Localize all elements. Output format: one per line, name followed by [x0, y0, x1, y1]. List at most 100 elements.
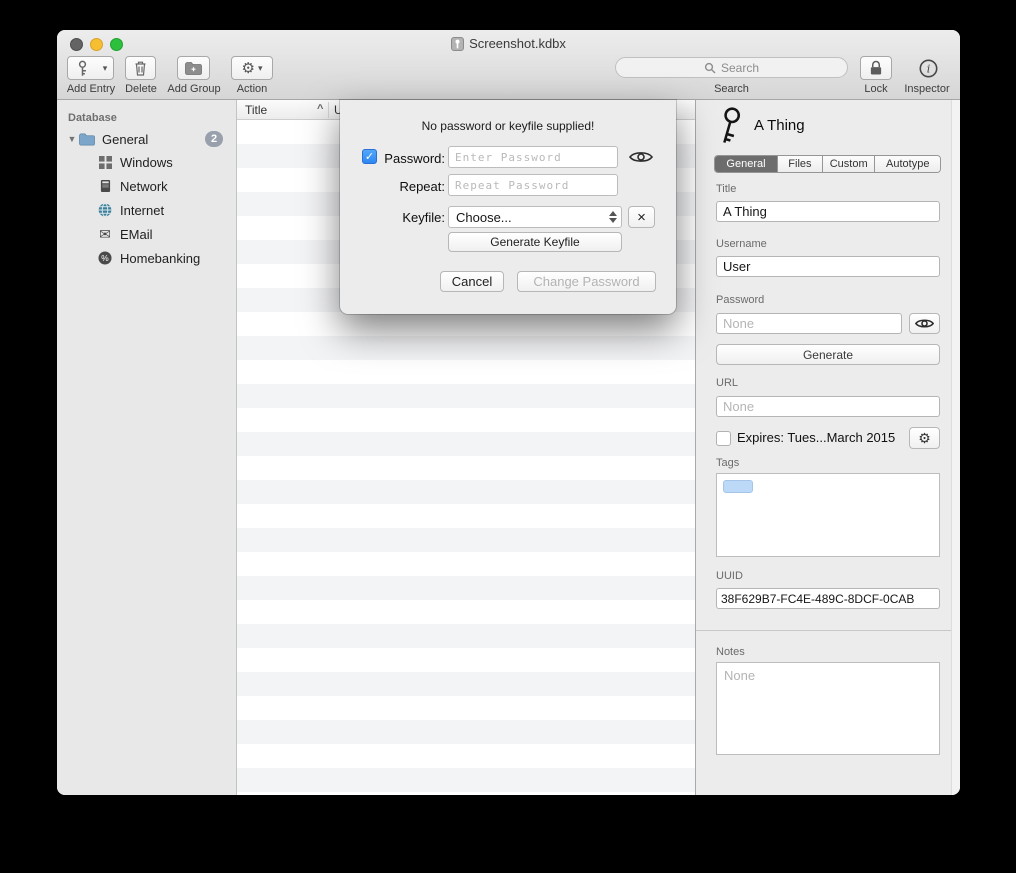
delete-label: Delete	[119, 83, 163, 95]
column-header-title[interactable]: Title	[245, 103, 267, 117]
add-group-button[interactable]	[177, 56, 210, 80]
password-input[interactable]	[448, 146, 618, 168]
add-entry-dropdown[interactable]: ▾	[97, 56, 114, 80]
sheet-message: No password or keyfile supplied!	[340, 119, 676, 133]
url-field[interactable]	[716, 396, 940, 417]
sidebar-item-network[interactable]: Network	[57, 174, 236, 198]
inspector-label: Inspector	[895, 83, 959, 95]
clear-keyfile-button[interactable]: ×	[628, 206, 655, 228]
uuid-field-label: UUID	[716, 570, 743, 582]
eye-icon	[915, 318, 934, 329]
sidebar-item-windows[interactable]: Windows	[57, 150, 236, 174]
url-field-label: URL	[716, 377, 738, 389]
notes-field[interactable]	[716, 662, 940, 755]
folder-plus-icon	[185, 62, 202, 75]
delete-button[interactable]	[125, 56, 156, 80]
generate-keyfile-button[interactable]: Generate Keyfile	[448, 232, 622, 252]
section-divider	[696, 630, 960, 631]
sidebar-item-email[interactable]: ✉ EMail	[57, 222, 236, 246]
sidebar-item-label: Windows	[120, 155, 173, 170]
cancel-button[interactable]: Cancel	[440, 271, 504, 292]
uuid-field[interactable]	[716, 588, 940, 609]
expires-checkbox[interactable]	[716, 431, 731, 446]
eye-icon	[629, 150, 653, 164]
windows-icon	[97, 156, 113, 169]
gear-icon: ⚙	[242, 61, 255, 76]
trash-icon	[133, 60, 148, 76]
title-field[interactable]	[716, 201, 940, 222]
inspector-button[interactable]: i	[915, 56, 941, 80]
gear-icon: ⚙	[918, 430, 931, 447]
window-title: Screenshot.kdbx	[57, 36, 960, 51]
lock-button[interactable]	[860, 56, 892, 80]
window-title-text: Screenshot.kdbx	[469, 36, 566, 51]
svg-text:i: i	[926, 62, 930, 75]
toolbar: Screenshot.kdbx ▾	[57, 30, 960, 100]
notes-field-label: Notes	[716, 646, 745, 658]
count-badge: 2	[205, 131, 223, 147]
sidebar-item-label: EMail	[120, 227, 153, 242]
keyfile-select[interactable]: Choose...	[448, 206, 622, 228]
generate-password-button[interactable]: Generate	[716, 344, 940, 365]
search-input[interactable]: Search	[615, 57, 848, 78]
info-icon: i	[919, 59, 938, 78]
ledger-icon	[97, 179, 113, 193]
globe-icon	[97, 203, 113, 217]
sidebar-item-homebanking[interactable]: % Homebanking	[57, 246, 236, 270]
add-group-label: Add Group	[163, 83, 225, 95]
app-window: Screenshot.kdbx ▾	[57, 30, 960, 795]
lock-icon	[869, 60, 883, 76]
tags-field-label: Tags	[716, 457, 739, 469]
keyfile-selected-value: Choose...	[456, 210, 512, 225]
change-password-sheet: No password or keyfile supplied! ✓ Passw…	[340, 100, 676, 314]
action-label: Action	[225, 83, 279, 95]
clear-icon: ×	[637, 209, 646, 226]
search-label: Search	[615, 83, 848, 95]
expires-label: Expires: Tues...March 2015	[737, 430, 895, 445]
repeat-password-input[interactable]	[448, 174, 618, 196]
sort-ascending-icon: ^	[317, 103, 323, 115]
reveal-password-button[interactable]	[909, 313, 940, 334]
search-placeholder: Search	[721, 61, 759, 75]
reveal-password-button[interactable]	[627, 148, 655, 166]
sidebar-item-internet[interactable]: Internet	[57, 198, 236, 222]
repeat-field-label: Repeat:	[381, 179, 445, 194]
svg-text:%: %	[101, 253, 109, 263]
screen-background: Screenshot.kdbx ▾	[0, 0, 1016, 873]
username-field[interactable]	[716, 256, 940, 277]
tab-general[interactable]: General	[715, 156, 778, 172]
tab-files[interactable]: Files	[778, 156, 823, 172]
sidebar-item-label: Internet	[120, 203, 164, 218]
sidebar-item-general[interactable]: ▼ General 2	[57, 127, 236, 151]
add-entry-button[interactable]	[67, 56, 98, 80]
stepper-arrows-icon	[609, 211, 617, 223]
title-field-label: Title	[716, 183, 736, 195]
disclosure-triangle-icon[interactable]: ▼	[65, 134, 79, 144]
folder-icon	[79, 133, 95, 146]
chevron-down-icon: ▾	[258, 64, 263, 73]
inspector-panel: A Thing General Files Custom Autotype Ti…	[695, 100, 960, 795]
sidebar-item-label: General	[102, 132, 148, 147]
column-divider[interactable]	[328, 102, 329, 118]
change-password-button[interactable]: Change Password	[517, 271, 656, 292]
password-checkbox[interactable]: ✓	[362, 149, 377, 164]
tags-field[interactable]	[716, 473, 940, 557]
percent-coin-icon: %	[97, 251, 113, 265]
sidebar-section-header: Database	[68, 112, 117, 124]
expires-settings-button[interactable]: ⚙	[909, 427, 940, 449]
username-field-label: Username	[716, 238, 767, 250]
password-field-label: Password:	[381, 151, 445, 166]
tab-autotype[interactable]: Autotype	[875, 156, 940, 172]
tag-token[interactable]	[723, 480, 753, 493]
inspector-tabs: General Files Custom Autotype	[714, 155, 941, 173]
password-field-label: Password	[716, 294, 764, 306]
sidebar-item-label: Network	[120, 179, 168, 194]
document-icon	[451, 37, 464, 51]
inspector-scrollbar[interactable]	[951, 100, 960, 795]
tab-custom[interactable]: Custom	[823, 156, 876, 172]
password-field[interactable]	[716, 313, 902, 334]
action-button[interactable]: ⚙ ▾	[231, 56, 273, 80]
keyfile-field-label: Keyfile:	[381, 210, 445, 225]
add-entry-label: Add Entry	[57, 83, 125, 95]
check-icon: ✓	[365, 150, 374, 163]
